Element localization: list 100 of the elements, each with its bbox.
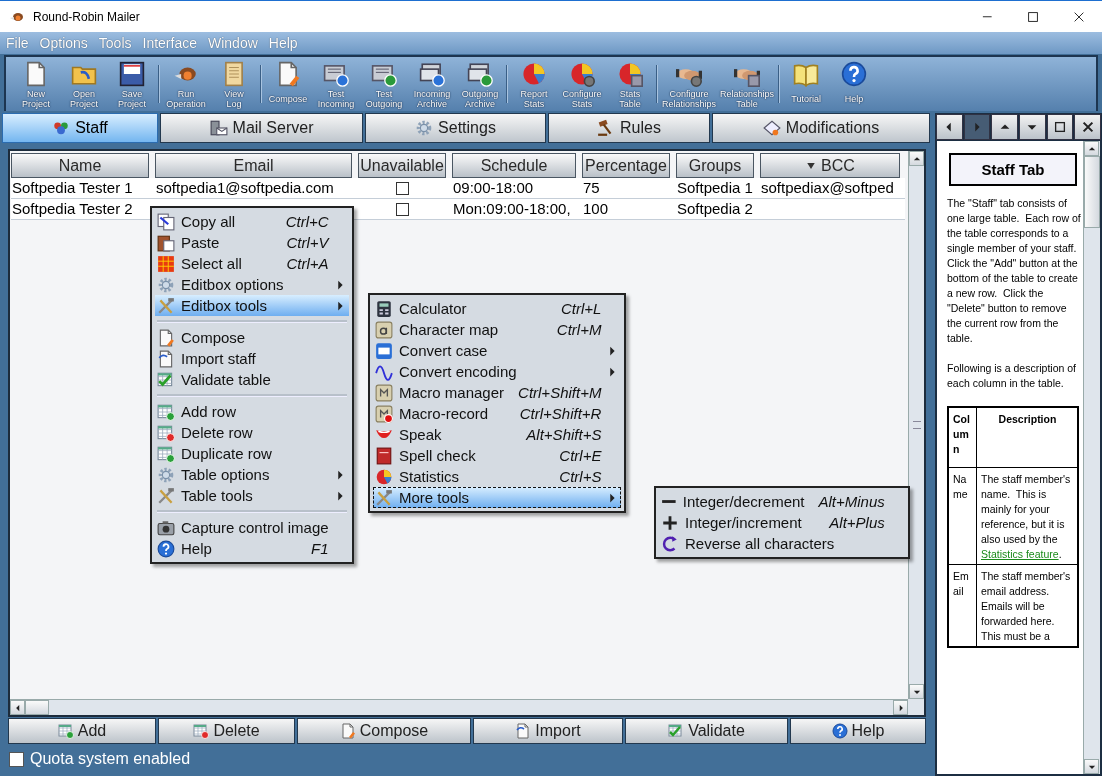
- column-header[interactable]: Percentage: [582, 153, 670, 178]
- gear-icon: [157, 275, 175, 294]
- table-cell: Mon:09:00-18:00,: [453, 200, 571, 217]
- people-icon: [52, 119, 71, 137]
- book-icon: [375, 446, 393, 465]
- toolbar-button[interactable]: Configure Stats: [558, 61, 606, 109]
- horizontal-scrollbar[interactable]: [10, 699, 908, 715]
- menu-item[interactable]: Editbox options: [155, 274, 349, 295]
- tab[interactable]: Rules: [548, 113, 710, 143]
- checkbox[interactable]: [9, 751, 24, 767]
- menu-item[interactable]: Reverse all characters: [659, 533, 905, 554]
- scrollbar-thumb[interactable]: [1084, 156, 1100, 228]
- table-cell-text: The staff member's email address. Emails will be forwarded here. This must be a: [981, 570, 1072, 642]
- column-header[interactable]: Schedule: [452, 153, 576, 178]
- toolbar-button[interactable]: Stats Table: [606, 61, 654, 109]
- column-header[interactable]: BCC: [760, 153, 900, 178]
- close-button[interactable]: [1074, 114, 1102, 140]
- column-header[interactable]: Name: [11, 153, 149, 178]
- menu-item[interactable]: Validate table: [155, 369, 349, 390]
- toolbar-button[interactable]: Validate: [625, 718, 788, 744]
- checkbox[interactable]: [396, 202, 409, 216]
- menu-item[interactable]: Compose: [155, 327, 349, 348]
- table-add-icon: [157, 444, 175, 463]
- plus-icon: [661, 513, 679, 532]
- table-delete-icon: [157, 423, 175, 442]
- menu-item[interactable]: Table tools: [155, 485, 349, 506]
- table-cell: Softpedia 1: [677, 179, 753, 196]
- menu-item[interactable]: Delete row: [155, 422, 349, 443]
- menu-item[interactable]: Convert encoding: [373, 361, 622, 382]
- menu-item[interactable]: Capture control image: [155, 517, 349, 538]
- menu-item[interactable]: Import staff: [155, 348, 349, 369]
- toolbar-button[interactable]: Incoming Archive: [408, 61, 456, 109]
- table-add-icon: [157, 402, 175, 421]
- column-header[interactable]: Unavailable: [358, 153, 446, 178]
- toolbar-button[interactable]: Save Project: [108, 61, 156, 109]
- toolbar-button[interactable]: View Log: [210, 61, 258, 109]
- toolbar-button[interactable]: Report Stats: [510, 61, 558, 109]
- maximize-icon: [1026, 9, 1040, 24]
- toolbar-button[interactable]: Help: [790, 718, 926, 744]
- menu-item[interactable]: Editbox tools: [155, 295, 349, 316]
- toolbar-button[interactable]: Open Project: [60, 61, 108, 109]
- menu-item[interactable]: Add row: [155, 401, 349, 422]
- menu-item[interactable]: More tools: [373, 487, 622, 508]
- vertical-scrollbar[interactable]: [908, 151, 924, 699]
- menu-item[interactable]: Calculator Ctrl+L: [373, 298, 622, 319]
- toolbar-button[interactable]: Delete: [158, 718, 295, 744]
- toolbar-button[interactable]: Test Incoming: [312, 61, 360, 109]
- scrollbar-corner: [908, 699, 924, 715]
- scrollbar-thumb[interactable]: [25, 700, 49, 715]
- menu-item[interactable]: Character map Ctrl+M: [373, 319, 622, 340]
- menu-item[interactable]: Macro manager Ctrl+Shift+M: [373, 382, 622, 403]
- table-cell: 75: [583, 179, 600, 196]
- key-icon: [375, 320, 393, 339]
- toolbar-button[interactable]: Outgoing Archive: [456, 61, 504, 109]
- tab[interactable]: Mail Server: [160, 113, 363, 143]
- table-add-icon: [57, 723, 74, 739]
- menu-item[interactable]: Speak Alt+Shift+S: [373, 424, 622, 445]
- menu-item[interactable]: Integer/increment Alt+Plus: [659, 512, 905, 533]
- rotate-icon: [661, 534, 679, 553]
- pie-chart-table-icon: [617, 61, 643, 87]
- link[interactable]: Statistics feature: [981, 548, 1059, 560]
- pie-chart-gear-icon: [569, 61, 595, 87]
- menu-item[interactable]: Table options: [155, 464, 349, 485]
- toolbar-button[interactable]: Run Operation: [162, 61, 210, 109]
- menu-item[interactable]: Duplicate row: [155, 443, 349, 464]
- menu-item[interactable]: Paste Ctrl+V: [155, 232, 349, 253]
- table-cell: Softpedia Tester 1: [12, 179, 133, 196]
- maximize-icon: [1053, 120, 1067, 134]
- table-cell: softpediax@softped: [761, 179, 894, 196]
- tab[interactable]: Settings: [365, 113, 546, 143]
- menu-item[interactable]: Integer/decrement Alt+Minus: [659, 491, 905, 512]
- toolbar-button[interactable]: Test Outgoing: [360, 61, 408, 109]
- up-button[interactable]: [991, 114, 1018, 140]
- import-icon: [515, 723, 532, 739]
- toolbar-button[interactable]: Add: [8, 718, 156, 744]
- maximize-button[interactable]: [1046, 114, 1074, 140]
- tab[interactable]: Modifications: [712, 113, 930, 143]
- toolbar-button[interactable]: Compose: [297, 718, 471, 744]
- menu-item[interactable]: Spell check Ctrl+E: [373, 445, 622, 466]
- menu-item[interactable]: Macro-record Ctrl+Shift+R: [373, 403, 622, 424]
- column-header[interactable]: Email: [155, 153, 352, 178]
- toolbar-button[interactable]: Relationships Table: [718, 61, 777, 109]
- column-header[interactable]: Groups: [676, 153, 754, 178]
- table-cell: Name: [953, 473, 968, 500]
- down-button[interactable]: [1019, 114, 1046, 140]
- tab[interactable]: Staff: [2, 113, 158, 143]
- vertical-scrollbar[interactable]: [1083, 141, 1100, 774]
- toolbar-button[interactable]: Import: [473, 718, 623, 744]
- back-button[interactable]: [936, 114, 963, 140]
- menu-item[interactable]: Help F1: [155, 538, 349, 559]
- menu-item[interactable]: Convert case: [373, 340, 622, 361]
- table-delete-icon: [193, 723, 210, 739]
- menu-item[interactable]: Select all Ctrl+A: [155, 253, 349, 274]
- toolbar-button[interactable]: New Project: [12, 61, 60, 109]
- gear-icon: [157, 465, 175, 484]
- table-cell-text: The staff member's name. This is mainly for your reference, but it is also used by the Statistics feature.: [981, 473, 1072, 560]
- checkbox[interactable]: [396, 181, 409, 195]
- menu-item[interactable]: Statistics Ctrl+S: [373, 466, 622, 487]
- table-row[interactable]: Softpedia Tester 1 softpedia1@softpedia.com 09:00-18:00 75 Softpedia 1 softpediax@softped: [11, 178, 905, 199]
- toolbar-button[interactable]: Configure Relationships: [660, 61, 719, 109]
